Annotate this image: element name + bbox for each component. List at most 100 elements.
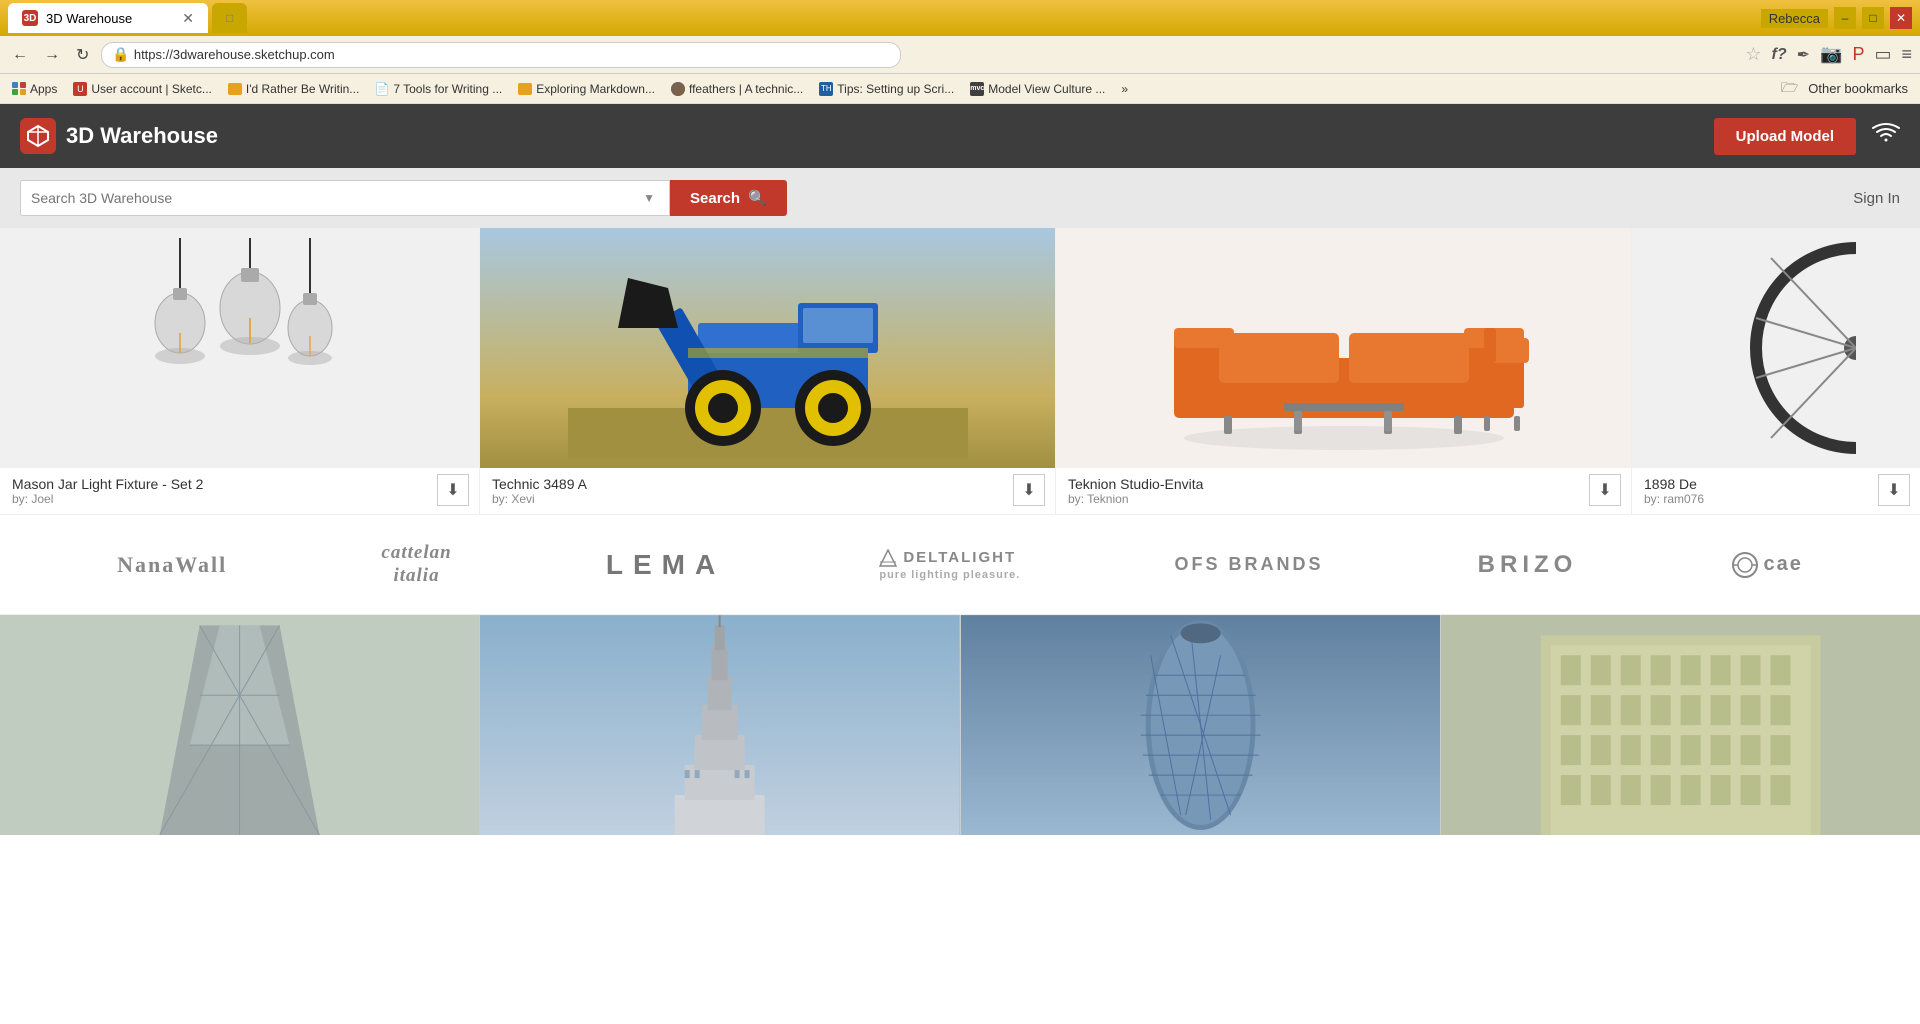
browser-titlebar: 3D 3D Warehouse ✕ □ Rebecca – □ ✕: [0, 0, 1920, 36]
browser-toolbar-icons: ☆ f? ✒ 📷 P ▭ ≡: [1745, 44, 1912, 65]
reload-button[interactable]: ↻: [72, 41, 93, 69]
bookmark-tools-writing[interactable]: 📄 7 Tools for Writing ...: [369, 80, 508, 98]
brand-strip: NanaWall cattelanitalia LEMA DELTALIGHT …: [0, 515, 1920, 615]
bookmark-tips-icon: TH: [819, 82, 833, 96]
brand-brizo[interactable]: BRIZO: [1478, 551, 1578, 579]
brand-nanawall[interactable]: NanaWall: [117, 552, 227, 578]
pinterest-icon[interactable]: P: [1852, 44, 1864, 65]
model-info-technic: Technic 3489 A by: Xevi ⬇: [480, 468, 1055, 514]
download-button-technic[interactable]: ⬇: [1013, 474, 1045, 506]
model-info-partial: 1898 De by: ram076 ⬇: [1632, 468, 1920, 514]
search-icon: 🔍: [748, 189, 767, 207]
inactive-tab[interactable]: □: [212, 3, 247, 33]
model-image-sofa: [1056, 228, 1631, 468]
other-bookmarks-link[interactable]: Other bookmarks: [1802, 79, 1914, 98]
search-bar-area: ▼ Search 🔍 Sign In: [0, 168, 1920, 228]
camera-icon[interactable]: 📷: [1820, 44, 1842, 65]
bookmark-tools-icon: 📄: [375, 82, 389, 96]
model-title-technic: Technic 3489 A: [492, 476, 1043, 492]
download-button-partial[interactable]: ⬇: [1878, 474, 1910, 506]
download-button-mason-jar[interactable]: ⬇: [437, 474, 469, 506]
brand-lema[interactable]: LEMA: [606, 549, 725, 581]
model-image-technic: [480, 228, 1055, 468]
model-author-partial: by: ram076: [1644, 492, 1908, 506]
logo-icon: [20, 118, 56, 154]
model-card-mason-jar[interactable]: Mason Jar Light Fixture - Set 2 by: Joel…: [0, 228, 480, 514]
building-card-4[interactable]: [1441, 615, 1920, 835]
model-title-partial: 1898 De: [1644, 476, 1908, 492]
search-button[interactable]: Search 🔍: [670, 180, 787, 216]
brand-deltalight[interactable]: DELTALIGHT pure lighting pleasure.: [879, 549, 1020, 581]
more-icon: »: [1121, 82, 1128, 96]
bookmark-user-icon: U: [73, 82, 87, 96]
dropper-icon[interactable]: ✒: [1797, 45, 1810, 65]
model-title-mason-jar: Mason Jar Light Fixture - Set 2: [12, 476, 467, 492]
site-logo[interactable]: 3D Warehouse: [20, 118, 218, 154]
tab-close-button[interactable]: ✕: [182, 10, 194, 27]
header-right: Upload Model: [1714, 118, 1900, 155]
search-dropdown-button[interactable]: ▼: [639, 191, 659, 205]
active-tab[interactable]: 3D 3D Warehouse ✕: [8, 3, 208, 33]
url-text: https://3dwarehouse.sketchup.com: [134, 47, 335, 62]
bookmark-ffeathers[interactable]: ffeathers | A technic...: [665, 80, 809, 98]
building-card-2[interactable]: [480, 615, 960, 835]
model-grid: Mason Jar Light Fixture - Set 2 by: Joel…: [0, 228, 1920, 515]
bookmark-markdown-icon: [518, 83, 532, 95]
brand-ofs[interactable]: OFS BRANDS: [1174, 554, 1323, 575]
maximize-button[interactable]: □: [1862, 7, 1884, 29]
tab-title: 3D Warehouse: [46, 11, 132, 26]
font-icon[interactable]: f?: [1772, 46, 1787, 64]
bookmarks-bar: Apps U User account | Sketc... I'd Rathe…: [0, 74, 1920, 104]
sign-in-link[interactable]: Sign In: [1853, 190, 1900, 207]
brand-cattelan[interactable]: cattelanitalia: [381, 542, 451, 588]
model-card-partial[interactable]: 1898 De by: ram076 ⬇: [1632, 228, 1920, 514]
bookmark-markdown[interactable]: Exploring Markdown...: [512, 80, 661, 98]
model-card-sofa[interactable]: Teknion Studio-Envita by: Teknion ⬇: [1056, 228, 1632, 514]
forward-button[interactable]: →: [40, 42, 64, 68]
model-author-mason-jar: by: Joel: [12, 492, 467, 506]
cast-icon[interactable]: ▭: [1874, 44, 1891, 65]
bookmark-rather-be-writing[interactable]: I'd Rather Be Writin...: [222, 80, 365, 98]
bookmark-tips[interactable]: TH Tips: Setting up Scri...: [813, 80, 960, 98]
tab-favicon: 3D: [22, 10, 38, 26]
bookmark-folder-icon: [228, 83, 242, 95]
upload-model-button[interactable]: Upload Model: [1714, 118, 1856, 155]
minimize-button[interactable]: –: [1834, 7, 1856, 29]
star-icon[interactable]: ☆: [1745, 44, 1761, 65]
bookmark-ffeathers-icon: [671, 82, 685, 96]
wifi-icon: [1872, 122, 1900, 150]
user-badge: Rebecca: [1761, 9, 1828, 28]
model-author-technic: by: Xevi: [492, 492, 1043, 506]
bookmark-tips-label: Tips: Setting up Scri...: [837, 82, 954, 96]
back-button[interactable]: ←: [8, 42, 32, 68]
address-bar: ← → ↻ 🔒 https://3dwarehouse.sketchup.com…: [0, 36, 1920, 74]
search-input[interactable]: [31, 190, 639, 206]
search-input-wrap[interactable]: ▼: [20, 180, 670, 216]
model-info-mason-jar: Mason Jar Light Fixture - Set 2 by: Joel…: [0, 468, 479, 514]
close-button[interactable]: ✕: [1890, 7, 1912, 29]
site-header: 3D Warehouse Upload Model: [0, 104, 1920, 168]
model-card-technic[interactable]: Technic 3489 A by: Xevi ⬇: [480, 228, 1056, 514]
search-button-label: Search: [690, 190, 740, 207]
bookmark-mvc[interactable]: mvc Model View Culture ...: [964, 80, 1111, 98]
building-grid: [0, 615, 1920, 835]
bookmark-more[interactable]: »: [1115, 80, 1134, 98]
model-info-sofa: Teknion Studio-Envita by: Teknion ⬇: [1056, 468, 1631, 514]
bookmark-mvc-icon: mvc: [970, 82, 984, 96]
model-image-mason-jar: [0, 228, 479, 468]
bookmark-user-label: User account | Sketc...: [91, 82, 212, 96]
logo-text: 3D Warehouse: [66, 123, 218, 149]
building-card-1[interactable]: [0, 615, 480, 835]
bookmark-apps[interactable]: Apps: [6, 80, 63, 98]
menu-icon[interactable]: ≡: [1901, 44, 1912, 65]
bookmark-apps-label: Apps: [30, 82, 57, 96]
download-button-sofa[interactable]: ⬇: [1589, 474, 1621, 506]
brand-cae[interactable]: cae: [1732, 552, 1803, 578]
bookmark-rather-label: I'd Rather Be Writin...: [246, 82, 359, 96]
bookmark-user-account[interactable]: U User account | Sketc...: [67, 80, 218, 98]
model-image-partial: [1632, 228, 1920, 468]
bookmark-tools-label: 7 Tools for Writing ...: [393, 82, 502, 96]
bookmark-markdown-label: Exploring Markdown...: [536, 82, 655, 96]
building-card-3[interactable]: [961, 615, 1441, 835]
address-input[interactable]: 🔒 https://3dwarehouse.sketchup.com: [101, 42, 901, 68]
